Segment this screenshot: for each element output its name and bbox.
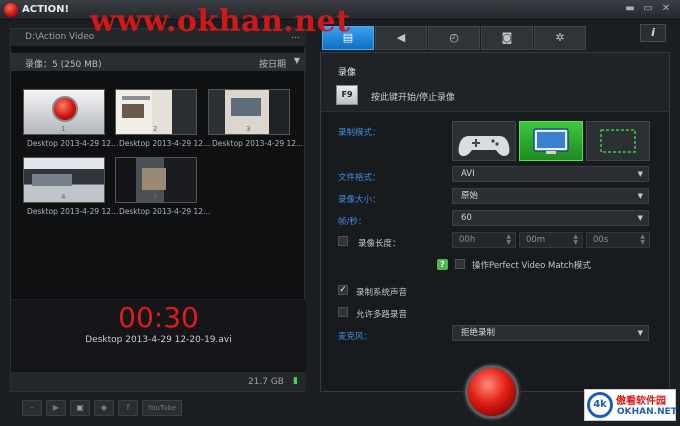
tab-benchmark[interactable]: ◴ xyxy=(428,26,480,50)
play-button[interactable]: ▶ xyxy=(46,400,66,416)
disk-status-icon: ▮ xyxy=(293,376,298,386)
chevron-down-icon: ▼ xyxy=(637,170,643,178)
file-format-select[interactable]: AVI ▼ xyxy=(452,166,649,182)
close-button[interactable]: ✕ xyxy=(658,3,674,16)
watermark-text: www.okhan.net xyxy=(90,4,351,39)
recordings-list-header: 录像：5 (250 MB) 按日期 ▼ xyxy=(11,53,306,71)
recordings-count: 录像：5 (250 MB) xyxy=(25,60,102,70)
length-seconds-value: 00s xyxy=(593,235,609,245)
restore-button[interactable]: ▭ xyxy=(640,3,656,16)
recording-thumbnail[interactable]: 2 xyxy=(115,89,197,135)
app-logo-icon xyxy=(4,3,18,17)
region-select-icon xyxy=(600,129,636,153)
multi-audio-label: 允许多路录音 xyxy=(356,310,408,320)
site-logo-cn: 傲看软件园 xyxy=(616,396,666,407)
tab-screenshot[interactable]: ◙ xyxy=(481,26,533,50)
open-folder-button[interactable]: ▣ xyxy=(70,400,90,416)
microphone-value: 拒绝录制 xyxy=(461,328,496,338)
gear-icon: ✲ xyxy=(555,31,565,44)
minimize-button[interactable]: ▬ xyxy=(622,3,638,16)
record-sound-label: 录制系统声音 xyxy=(356,288,408,298)
thumbnail-number: 3 xyxy=(246,125,251,133)
info-button[interactable]: i xyxy=(640,24,666,42)
recording-thumbnail[interactable]: 4 xyxy=(23,157,105,203)
gamepad-icon xyxy=(458,136,510,156)
speaker-icon: ◀ xyxy=(396,31,406,44)
delete-button[interactable]: – xyxy=(22,400,42,416)
site-logo: 4k 傲看软件园 OKHAN.NET xyxy=(584,389,677,421)
thumbnail-number: 4 xyxy=(61,193,66,201)
mode-desktop-button[interactable] xyxy=(519,121,583,161)
thumbnail-number: 5 xyxy=(153,193,158,201)
spinner-icon[interactable]: ▲ ▼ xyxy=(640,234,645,246)
recording-thumbnail[interactable]: 1 xyxy=(23,89,105,135)
site-logo-en: OKHAN.NET xyxy=(617,407,677,417)
app-title: ACTION! xyxy=(22,4,70,15)
fps-value: 60 xyxy=(461,213,472,223)
length-hours-field[interactable]: 00h ▲ ▼ xyxy=(452,232,516,248)
video-length-label: 录像长度： xyxy=(358,239,401,249)
spinner-icon[interactable]: ▲ ▼ xyxy=(506,234,511,246)
recording-thumbnail[interactable]: 3 xyxy=(208,89,290,135)
microphone-label: 麦克风： xyxy=(338,332,373,342)
section-title: 录像 xyxy=(338,68,357,78)
length-minutes-field[interactable]: 00m ▲ ▼ xyxy=(519,232,583,248)
site-logo-mark: 4k xyxy=(587,392,613,418)
youtube-upload-button[interactable]: YouTube xyxy=(142,400,182,416)
video-size-value: 原始 xyxy=(461,191,479,201)
sort-dropdown[interactable]: 按日期 xyxy=(259,57,286,70)
pvm-label: 操作Perfect Video Match模式 xyxy=(472,261,591,271)
tab-audio[interactable]: ◀ xyxy=(375,26,427,50)
length-seconds-field[interactable]: 00s ▲ ▼ xyxy=(586,232,650,248)
folder-path: D:\Action Video xyxy=(25,32,95,42)
fps-label: 帧/秒： xyxy=(338,217,367,227)
thumbnail-number: 1 xyxy=(61,125,66,133)
mode-game-button[interactable] xyxy=(452,121,516,161)
file-format-label: 文件格式： xyxy=(338,173,381,183)
monitor-icon xyxy=(533,128,569,154)
video-size-select[interactable]: 原始 ▼ xyxy=(452,188,649,204)
hotkey-description: 按此键开始/停止录像 xyxy=(371,93,456,103)
chevron-down-icon: ▼ xyxy=(637,329,643,337)
video-size-label: 录像大小： xyxy=(338,195,381,205)
recordings-panel: D:\Action Video ... 录像：5 (250 MB) 按日期 ▼ … xyxy=(10,28,306,392)
export-button[interactable]: ◆ xyxy=(94,400,114,416)
facebook-share-button[interactable]: f xyxy=(118,400,138,416)
chevron-down-icon: ▼ xyxy=(637,214,643,222)
tab-settings[interactable]: ✲ xyxy=(534,26,586,50)
spinner-icon[interactable]: ▲ ▼ xyxy=(573,234,578,246)
thumbnail-label: Desktop 2013-4-29 12... xyxy=(27,207,119,216)
length-hours-value: 00h xyxy=(459,235,476,245)
microphone-select[interactable]: 拒绝录制 ▼ xyxy=(452,325,649,341)
camera-icon: ◙ xyxy=(501,31,513,44)
thumbnail-label: Desktop 2013-4-29 12... xyxy=(119,207,211,216)
multi-audio-checkbox[interactable] xyxy=(338,307,348,317)
recording-thumbnail[interactable]: 5 xyxy=(115,157,197,203)
thumbnail-label: Desktop 2013-4-29 12... xyxy=(119,139,211,148)
length-minutes-value: 00m xyxy=(526,235,546,245)
stopwatch-icon: ◴ xyxy=(449,31,459,44)
video-length-checkbox[interactable] xyxy=(338,236,348,246)
thumbnail-label: Desktop 2013-4-29 12... xyxy=(27,139,119,148)
record-icon xyxy=(52,96,78,122)
recording-timer: 00:30 xyxy=(118,301,199,334)
record-mode-label: 录制模式： xyxy=(338,128,381,138)
pvm-checkbox[interactable] xyxy=(455,259,465,269)
thumbnail-number: 2 xyxy=(153,125,158,133)
thumbnail-label: Desktop 2013-4-29 12... xyxy=(212,139,304,148)
file-format-value: AVI xyxy=(461,169,475,179)
record-button[interactable] xyxy=(465,365,519,419)
disk-status-bar: 21.7 GB ▮ xyxy=(11,371,306,391)
help-icon[interactable]: ? xyxy=(437,259,448,270)
hotkey-button[interactable]: F9 xyxy=(336,85,358,105)
record-sound-checkbox[interactable]: ✓ xyxy=(338,285,348,295)
current-file-name: Desktop 2013-4-29 12-20-19.avi xyxy=(85,335,232,345)
fps-select[interactable]: 60 ▼ xyxy=(452,210,649,226)
chevron-down-icon[interactable]: ▼ xyxy=(294,56,300,65)
mode-region-button[interactable] xyxy=(586,121,650,161)
disk-free-space: 21.7 GB xyxy=(247,377,284,387)
chevron-down-icon: ▼ xyxy=(637,192,643,200)
